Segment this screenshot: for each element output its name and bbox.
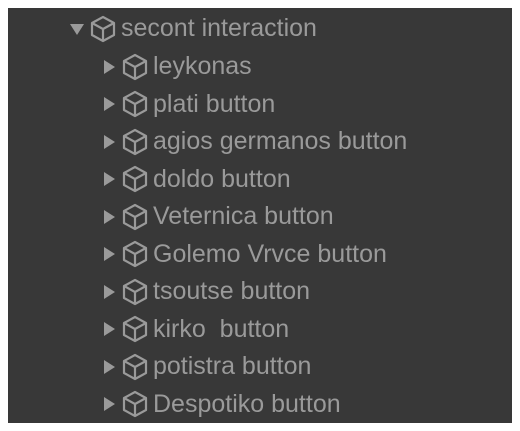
foldout-collapsed-icon[interactable] (100, 170, 118, 188)
foldout-collapsed-icon[interactable] (100, 133, 118, 151)
hierarchy-item-tsoutse-button[interactable]: tsoutse button (8, 273, 512, 310)
hierarchy-panel: secont interaction leykonas plati button (8, 8, 512, 423)
gameobject-cube-icon (122, 240, 148, 268)
hierarchy-item-doldo-button[interactable]: doldo button (8, 161, 512, 198)
gameobject-cube-icon (122, 53, 148, 80)
foldout-collapsed-icon[interactable] (100, 320, 118, 338)
gameobject-cube-icon (122, 390, 148, 418)
hierarchy-item-veternica-button[interactable]: Veternica button (8, 198, 512, 235)
hierarchy-item-despotiko-button[interactable]: Despotiko button (8, 386, 512, 423)
hierarchy-item-label: Golemo Vrvce button (153, 239, 387, 268)
gameobject-cube-icon (122, 353, 148, 380)
gameobject-cube-icon (122, 315, 148, 343)
hierarchy-item-label: leykonas (153, 52, 252, 80)
hierarchy-item-label: potistra button (153, 352, 312, 380)
hierarchy-item-agios-germanos-button[interactable]: agios germanos button (8, 123, 512, 160)
gameobject-cube-icon (90, 15, 116, 42)
hierarchy-item-kirko-button[interactable]: kirko button (8, 311, 512, 348)
foldout-collapsed-icon[interactable] (100, 358, 118, 376)
hierarchy-item-label: agios germanos button (153, 127, 408, 155)
hierarchy-item-potistra-button[interactable]: potistra button (8, 348, 512, 385)
gameobject-cube-icon (122, 128, 148, 155)
foldout-collapsed-icon[interactable] (100, 58, 118, 76)
hierarchy-item-label: Veternica button (153, 202, 334, 230)
gameobject-cube-icon (122, 203, 148, 230)
foldout-collapsed-icon[interactable] (100, 95, 118, 113)
gameobject-cube-icon (122, 278, 148, 305)
foldout-expanded-icon[interactable] (68, 20, 86, 38)
hierarchy-item-leykonas[interactable]: leykonas (8, 48, 512, 85)
gameobject-cube-icon (104, 422, 124, 423)
gameobject-cube-icon (122, 90, 148, 118)
foldout-collapsed-icon[interactable] (100, 283, 118, 301)
hierarchy-item-label: plati button (153, 89, 276, 118)
hierarchy-item-label: kirko button (153, 314, 290, 343)
hierarchy-item-label: secont interaction (121, 14, 317, 42)
hierarchy-item-plati-button[interactable]: plati button (8, 86, 512, 123)
hierarchy-item-label: doldo button (153, 164, 291, 193)
foldout-collapsed-icon[interactable] (100, 245, 118, 263)
hierarchy-item-golemo-vrvce-button[interactable]: Golemo Vrvce button (8, 236, 512, 273)
foldout-collapsed-icon[interactable] (100, 395, 118, 413)
hierarchy-item-label: tsoutse button (153, 277, 311, 305)
gameobject-cube-icon (122, 165, 148, 193)
hierarchy-item-secont-interaction[interactable]: secont interaction (8, 10, 512, 47)
foldout-collapsed-icon[interactable] (100, 208, 118, 226)
hierarchy-item-label: Despotiko button (153, 389, 341, 418)
